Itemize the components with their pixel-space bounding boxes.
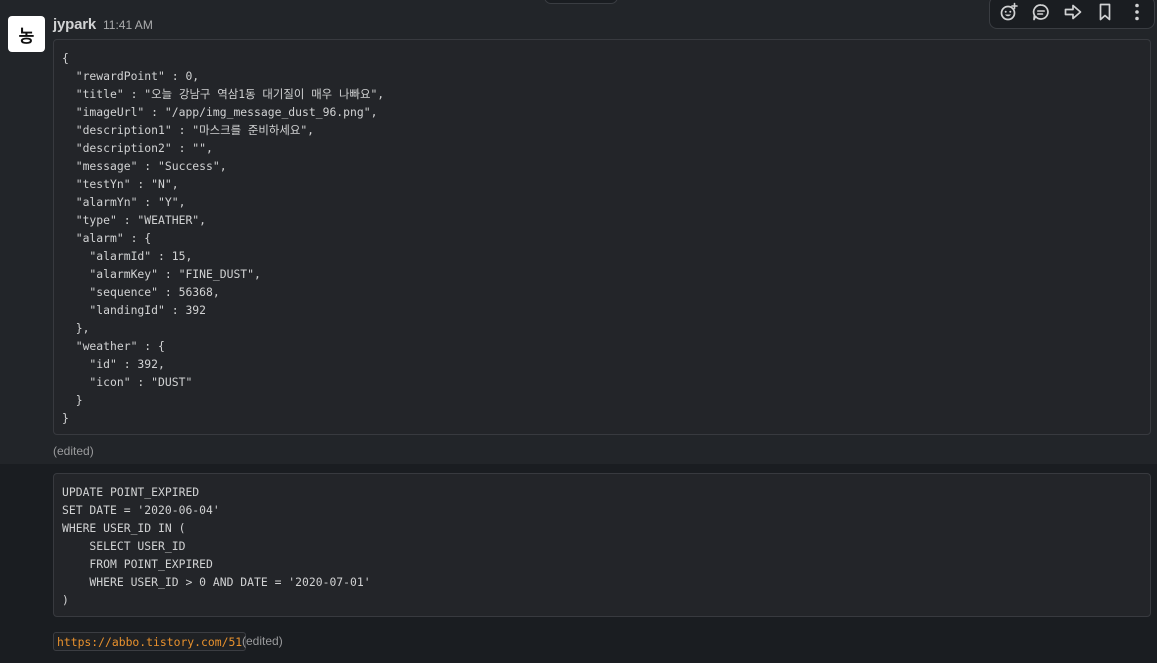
code-line: "description1" : "마스크를 준비하세요", <box>62 123 315 137</box>
code-line: WHERE USER_ID IN ( <box>62 521 186 535</box>
more-actions-icon <box>1135 3 1139 21</box>
more-actions-button[interactable] <box>1124 0 1150 25</box>
edited-label-2: (edited) <box>242 634 283 648</box>
code-line: "rewardPoint" : 0, <box>62 69 200 83</box>
code-line: } <box>62 393 83 407</box>
code-line: "alarmYn" : "Y", <box>62 195 186 209</box>
code-line: "alarmId" : 15, <box>62 249 193 263</box>
code-line: FROM POINT_EXPIRED <box>62 557 213 571</box>
date-divider-pill[interactable] <box>544 0 618 4</box>
code-line: "description2" : "", <box>62 141 213 155</box>
code-line: } <box>62 411 69 425</box>
code-line: "icon" : "DUST" <box>62 375 193 389</box>
edited-label: (edited) <box>53 444 94 458</box>
code-line: "type" : "WEATHER", <box>62 213 207 227</box>
code-line: { <box>62 51 69 65</box>
code-line: "landingId" : 392 <box>62 303 207 317</box>
code-line: "alarmKey" : "FINE_DUST", <box>62 267 261 281</box>
add-reaction-button[interactable] <box>996 0 1022 25</box>
code-line: SELECT USER_ID <box>62 539 186 553</box>
avatar-initial: 농 <box>18 26 35 46</box>
code-line: ) <box>62 593 69 607</box>
code-block-json: { "rewardPoint" : 0, "title" : "오늘 강남구 역… <box>53 39 1151 435</box>
code-line: }, <box>62 321 90 335</box>
bookmark-button[interactable] <box>1092 0 1118 25</box>
message-timestamp[interactable]: 11:41 AM <box>103 18 153 32</box>
code-line: "sequence" : 56368, <box>62 285 220 299</box>
forward-button[interactable] <box>1060 0 1086 25</box>
message-link[interactable]: https://abbo.tistory.com/51 <box>53 632 247 651</box>
code-line: WHERE USER_ID > 0 AND DATE = '2020-07-01… <box>62 575 371 589</box>
code-block-sql: UPDATE POINT_EXPIRED SET DATE = '2020-06-… <box>53 473 1151 617</box>
slack-message-view: 농 jypark 11:41 AM { "rewardPoint" : 0, "… <box>0 0 1157 663</box>
code-line: UPDATE POINT_EXPIRED <box>62 485 200 499</box>
avatar[interactable]: 농 <box>8 16 45 52</box>
reply-in-thread-icon <box>1032 4 1049 21</box>
forward-icon <box>1064 4 1082 20</box>
code-line: "alarm" : { <box>62 231 152 245</box>
code-line: "weather" : { <box>62 339 165 353</box>
add-reaction-icon <box>1000 2 1018 21</box>
message-author[interactable]: jypark <box>53 16 96 33</box>
reply-in-thread-button[interactable] <box>1028 0 1054 25</box>
code-line: "message" : "Success", <box>62 159 227 173</box>
code-line: "testYn" : "N", <box>62 177 179 191</box>
code-line: "imageUrl" : "/app/img_message_dust_96.p… <box>62 105 378 119</box>
code-line: SET DATE = '2020-06-04' <box>62 503 220 517</box>
top-divider-strip <box>0 0 1157 9</box>
code-line: "title" : "오늘 강남구 역삼1동 대기질이 매우 나빠요", <box>62 87 385 101</box>
bookmark-icon <box>1099 3 1111 21</box>
message-actions-toolbar <box>989 0 1155 29</box>
code-line: "id" : 392, <box>62 357 165 371</box>
